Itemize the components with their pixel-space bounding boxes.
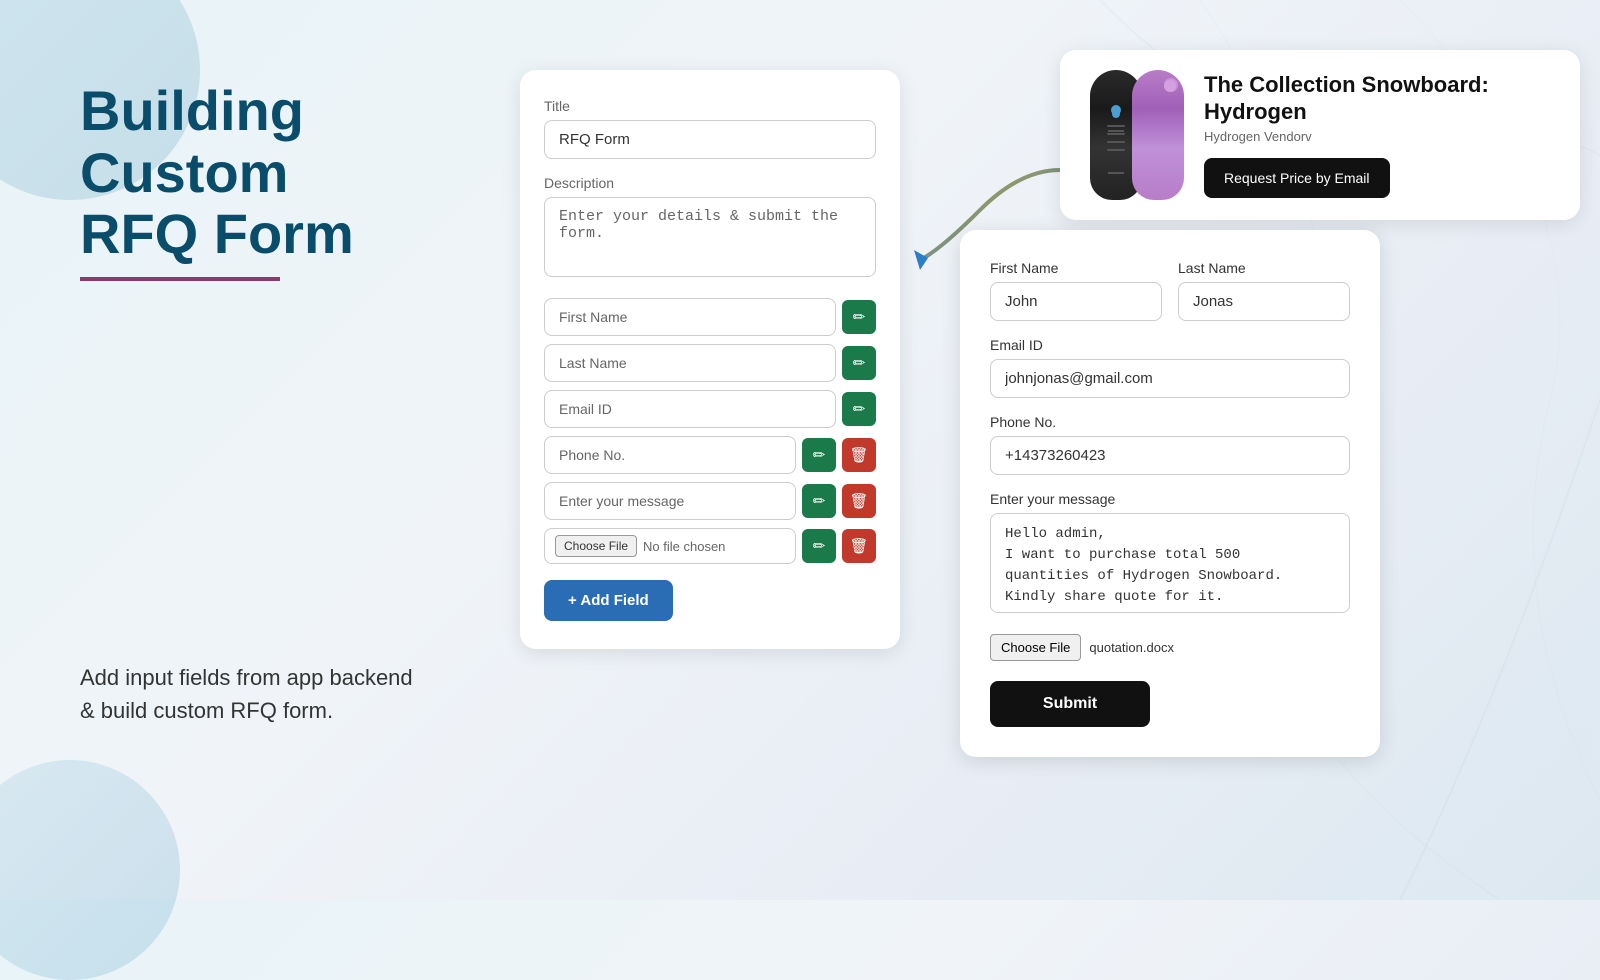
preview-message-textarea[interactable]: Hello admin, I want to purchase total 50… — [990, 513, 1350, 613]
preview-file-name: quotation.docx — [1089, 640, 1174, 655]
description-label: Description — [544, 175, 876, 191]
preview-email-label: Email ID — [990, 337, 1350, 353]
left-section: Building Custom RFQ Form Add input field… — [80, 60, 460, 727]
pencil-icon: ✏ — [813, 537, 826, 555]
field-firstname-input[interactable] — [544, 298, 836, 336]
field-file-edit[interactable]: ✏ — [802, 529, 836, 563]
field-row-phone: ✏ 🗑 — [544, 436, 876, 474]
product-card: The Collection Snowboard: Hydrogen Hydro… — [1060, 50, 1580, 220]
title-underline — [80, 277, 280, 281]
trash-icon: 🗑 — [849, 446, 868, 464]
preview-phone-input[interactable] — [990, 436, 1350, 475]
preview-message-group: Enter your message Hello admin, I want t… — [990, 491, 1350, 618]
field-row-firstname: ✏ — [544, 298, 876, 336]
page-subtitle: Add input fields from app backend& build… — [80, 661, 460, 727]
field-message-delete[interactable]: 🗑 — [842, 484, 876, 518]
form-title-input[interactable] — [544, 120, 876, 159]
preview-file-row: Choose File quotation.docx — [990, 634, 1350, 661]
field-phone-delete[interactable]: 🗑 — [842, 438, 876, 472]
add-field-button[interactable]: + Add Field — [544, 580, 673, 621]
field-firstname-edit[interactable]: ✏ — [842, 300, 876, 334]
pencil-icon: ✏ — [853, 400, 866, 418]
title-label: Title — [544, 98, 876, 114]
trash-icon: 🗑 — [849, 537, 868, 555]
form-description-input[interactable]: Enter your details & submit the form. — [544, 197, 876, 277]
field-phone-input[interactable] — [544, 436, 796, 474]
snowboard-purple-img — [1132, 70, 1184, 200]
product-title: The Collection Snowboard: Hydrogen — [1204, 72, 1550, 125]
field-message-edit[interactable]: ✏ — [802, 484, 836, 518]
builder-form-card: Title Description Enter your details & s… — [520, 70, 900, 649]
product-images — [1090, 70, 1184, 200]
field-row-lastname: ✏ — [544, 344, 876, 382]
request-price-button[interactable]: Request Price by Email — [1204, 158, 1390, 198]
preview-firstname-input[interactable] — [990, 282, 1162, 321]
product-vendor: Hydrogen Vendorv — [1204, 129, 1550, 144]
file-field-wrapper: Choose File No file chosen — [544, 528, 796, 564]
right-section: The Collection Snowboard: Hydrogen Hydro… — [960, 50, 1580, 757]
preview-email-group: Email ID — [990, 337, 1350, 398]
field-file-delete[interactable]: 🗑 — [842, 529, 876, 563]
preview-lastname-input[interactable] — [1178, 282, 1350, 321]
pencil-icon: ✏ — [813, 446, 826, 464]
field-lastname-input[interactable] — [544, 344, 836, 382]
field-message-input[interactable] — [544, 482, 796, 520]
preview-phone-group: Phone No. — [990, 414, 1350, 475]
pencil-icon: ✏ — [853, 308, 866, 326]
preview-message-label: Enter your message — [990, 491, 1350, 507]
preview-name-row: First Name Last Name — [990, 260, 1350, 321]
product-info: The Collection Snowboard: Hydrogen Hydro… — [1204, 72, 1550, 198]
preview-phone-label: Phone No. — [990, 414, 1350, 430]
field-email-edit[interactable]: ✏ — [842, 392, 876, 426]
preview-firstname-group: First Name — [990, 260, 1162, 321]
field-row-message: ✏ 🗑 — [544, 482, 876, 520]
rfq-preview-card: First Name Last Name Email ID Phone No. … — [960, 230, 1380, 757]
preview-submit-button[interactable]: Submit — [990, 681, 1150, 727]
field-email-input[interactable] — [544, 390, 836, 428]
preview-email-input[interactable] — [990, 359, 1350, 398]
preview-firstname-label: First Name — [990, 260, 1162, 276]
field-row-email: ✏ — [544, 390, 876, 428]
field-phone-edit[interactable]: ✏ — [802, 438, 836, 472]
preview-lastname-group: Last Name — [1178, 260, 1350, 321]
page-content: Building Custom RFQ Form Add input field… — [0, 0, 1600, 900]
preview-file-choose-button[interactable]: Choose File — [990, 634, 1081, 661]
trash-icon: 🗑 — [849, 492, 868, 510]
file-choose-button[interactable]: Choose File — [555, 535, 637, 557]
preview-lastname-label: Last Name — [1178, 260, 1350, 276]
field-lastname-edit[interactable]: ✏ — [842, 346, 876, 380]
pencil-icon: ✏ — [853, 354, 866, 372]
page-title: Building Custom RFQ Form — [80, 80, 460, 265]
file-no-chosen-text: No file chosen — [643, 539, 725, 554]
pencil-icon: ✏ — [813, 492, 826, 510]
field-row-file: Choose File No file chosen ✏ 🗑 — [544, 528, 876, 564]
